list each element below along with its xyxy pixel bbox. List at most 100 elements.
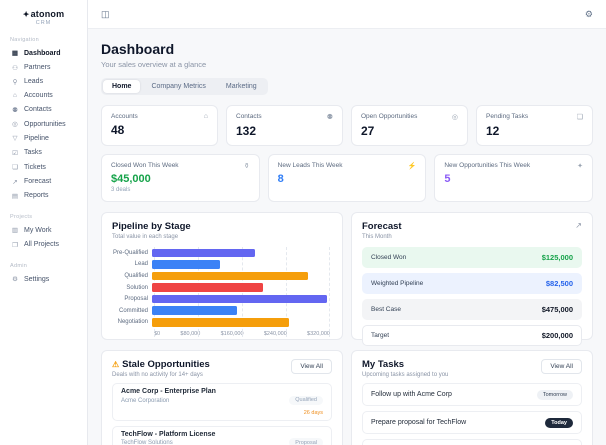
- logo-icon: ✦: [22, 10, 30, 19]
- stage-label: Lead: [134, 261, 148, 268]
- sidebar-item[interactable]: ▤ Reports: [10, 189, 77, 203]
- bar-track: [152, 271, 330, 281]
- sidebar-item[interactable]: ⚉ Contacts: [10, 103, 77, 117]
- pipeline-bar: [152, 318, 290, 327]
- bar-row: Lead: [112, 259, 332, 271]
- weekly-label: New Leads This Week: [277, 162, 343, 169]
- weekly-value: $45,000: [111, 173, 151, 185]
- main-area: ◫ ⚙ Dashboard Your sales overview at a g…: [88, 0, 606, 445]
- accounts-icon: ⌂: [13, 92, 17, 100]
- trophy-icon: ⚱: [243, 163, 250, 170]
- stat-label: Contacts: [236, 113, 262, 120]
- forecast-row: Target $200,000: [362, 325, 582, 346]
- bar-track: [152, 283, 330, 292]
- stat-value: 132: [236, 124, 257, 138]
- forecast-rows: Closed Won $125,000 Weighted Pipeline $8…: [362, 247, 582, 346]
- view-all-opportunities-button[interactable]: View All: [291, 359, 332, 374]
- target-icon: ◎: [451, 114, 458, 121]
- forecast-icon: ↗: [12, 178, 18, 186]
- projects-section-label: Projects: [10, 214, 33, 221]
- task-row[interactable]: Prepare proposal for TechFlow Today: [362, 411, 582, 434]
- tasks-subtitle: Upcoming tasks assigned to you: [362, 372, 449, 378]
- stat-label: Accounts: [111, 113, 138, 120]
- reports-icon: ▤: [11, 192, 19, 200]
- stale-opportunity-row[interactable]: TechFlow - Platform License TechFlow Sol…: [112, 425, 332, 445]
- pipeline-subtitle: Total value in each stage: [112, 234, 179, 240]
- stat-card: Open Opportunities ◎ 27: [351, 105, 468, 146]
- stat-label: Pending Tasks: [486, 113, 529, 120]
- sidebar-item[interactable]: ▦ Dashboard: [10, 46, 77, 60]
- bar-track: [152, 306, 330, 316]
- forecast-subtitle: This Month: [362, 234, 392, 240]
- sidebar-item-label: All Projects: [24, 241, 60, 249]
- forecast-row: Weighted Pipeline $82,500: [362, 273, 582, 294]
- stage-badge: Qualified: [289, 395, 323, 405]
- opportunities-icon: ◎: [12, 121, 18, 129]
- sidebar-item-label: Pipeline: [24, 134, 49, 142]
- partners-icon: ⚇: [12, 64, 18, 72]
- bar-track: [152, 318, 330, 327]
- brand-name: atonom: [30, 9, 65, 19]
- weekly-label: New Opportunities This Week: [444, 162, 531, 169]
- bar-track: [152, 294, 330, 304]
- opportunity-title: TechFlow - Platform License: [121, 430, 216, 438]
- tasks-title: My Tasks: [362, 359, 405, 370]
- sidebar-item-label: Contacts: [24, 106, 52, 114]
- gear-icon[interactable]: ⚙: [585, 9, 593, 20]
- leads-icon: ⚲: [12, 78, 18, 86]
- sidebar-item[interactable]: ❏ Tickets: [10, 160, 77, 174]
- bar-rows: Pre-Qualified Lead Qualified Solution Pr…: [112, 247, 332, 328]
- my-tasks-panel: My Tasks Upcoming tasks assigned to you …: [351, 350, 593, 445]
- sidebar-item-label: Tasks: [24, 149, 42, 157]
- clipboard-icon: ❏: [576, 114, 583, 121]
- weekly-sub: [278, 187, 417, 194]
- stat-value: 12: [486, 124, 500, 138]
- tab[interactable]: Company Metrics: [142, 80, 214, 93]
- sidebar-item[interactable]: ⚲ Leads: [10, 75, 77, 89]
- task-row[interactable]: Follow up with Acme Corp Tomorrow: [362, 383, 582, 406]
- opportunity-title: Acme Corp - Enterprise Plan: [121, 388, 216, 395]
- sidebar-item-label: Forecast: [24, 178, 52, 186]
- weekly-row: Closed Won This Week ⚱ $45,000 3 deals N…: [101, 154, 593, 202]
- sidebar-item[interactable]: ◎ Opportunities: [10, 117, 77, 131]
- stage-label: Solution: [126, 284, 148, 291]
- forecast-title: Forecast: [362, 221, 402, 232]
- sidebar-toggle-icon[interactable]: ◫: [101, 9, 110, 20]
- view-all-tasks-button[interactable]: View All: [541, 359, 582, 374]
- weekly-sub: 3 deals: [111, 187, 131, 193]
- forecast-value: $125,000: [541, 253, 573, 262]
- sidebar-item[interactable]: ❐ All Projects: [10, 238, 77, 252]
- forecast-value: $475,000: [541, 305, 573, 314]
- warning-icon: ⚠: [112, 360, 120, 369]
- task-title: Prepare proposal for TechFlow: [371, 419, 467, 426]
- tab[interactable]: Home: [103, 80, 141, 93]
- sidebar-item[interactable]: ▽ Pipeline: [10, 131, 77, 145]
- sidebar-item[interactable]: ☑ Tasks: [10, 146, 77, 160]
- stale-opportunity-row[interactable]: Acme Corp - Enterprise Plan Acme Corpora…: [112, 383, 332, 421]
- stat-card: Contacts ⚉ 132: [226, 105, 343, 146]
- task-row[interactable]: Schedule demo with Horizon Labs Feb 25: [362, 439, 582, 445]
- stale-opportunities-panel: ⚠ Stale Opportunities Deals with no activ…: [101, 350, 343, 445]
- sidebar-item[interactable]: ⚙ Settings: [10, 272, 77, 286]
- stat-card: Pending Tasks ❏ 12: [476, 105, 593, 146]
- pipeline-bar: [152, 248, 255, 258]
- projects-list: ▥ My Work ❐ All Projects: [10, 223, 77, 252]
- topbar: ◫ ⚙: [88, 0, 606, 29]
- pipeline-panel: Pipeline by Stage Total value in each st…: [101, 212, 343, 340]
- admin-list: ⚙ Settings: [10, 272, 77, 286]
- tab-bar: Home Company Metrics Marketing: [101, 78, 268, 95]
- stage-label: Committed: [118, 307, 148, 314]
- sparkle-icon: ✦: [577, 163, 583, 170]
- pipeline-chart: Pre-Qualified Lead Qualified Solution Pr…: [112, 247, 332, 338]
- brand-logo: ✦atonom CRM: [0, 9, 87, 26]
- task-list: Follow up with Acme Corp Tomorrow Prepar…: [362, 383, 582, 445]
- sidebar-item[interactable]: ▥ My Work: [10, 223, 77, 237]
- sidebar-item[interactable]: ↗ Forecast: [10, 174, 77, 188]
- stage-label: Proposal: [124, 296, 148, 303]
- sidebar-item[interactable]: ⚇ Partners: [10, 60, 77, 74]
- tickets-icon: ❏: [12, 164, 18, 172]
- weekly-card: New Leads This Week ⚡ 8: [267, 154, 427, 202]
- tab[interactable]: Marketing: [217, 80, 266, 93]
- stale-title: Stale Opportunities: [122, 359, 210, 370]
- sidebar-item[interactable]: ⌂ Accounts: [10, 89, 77, 102]
